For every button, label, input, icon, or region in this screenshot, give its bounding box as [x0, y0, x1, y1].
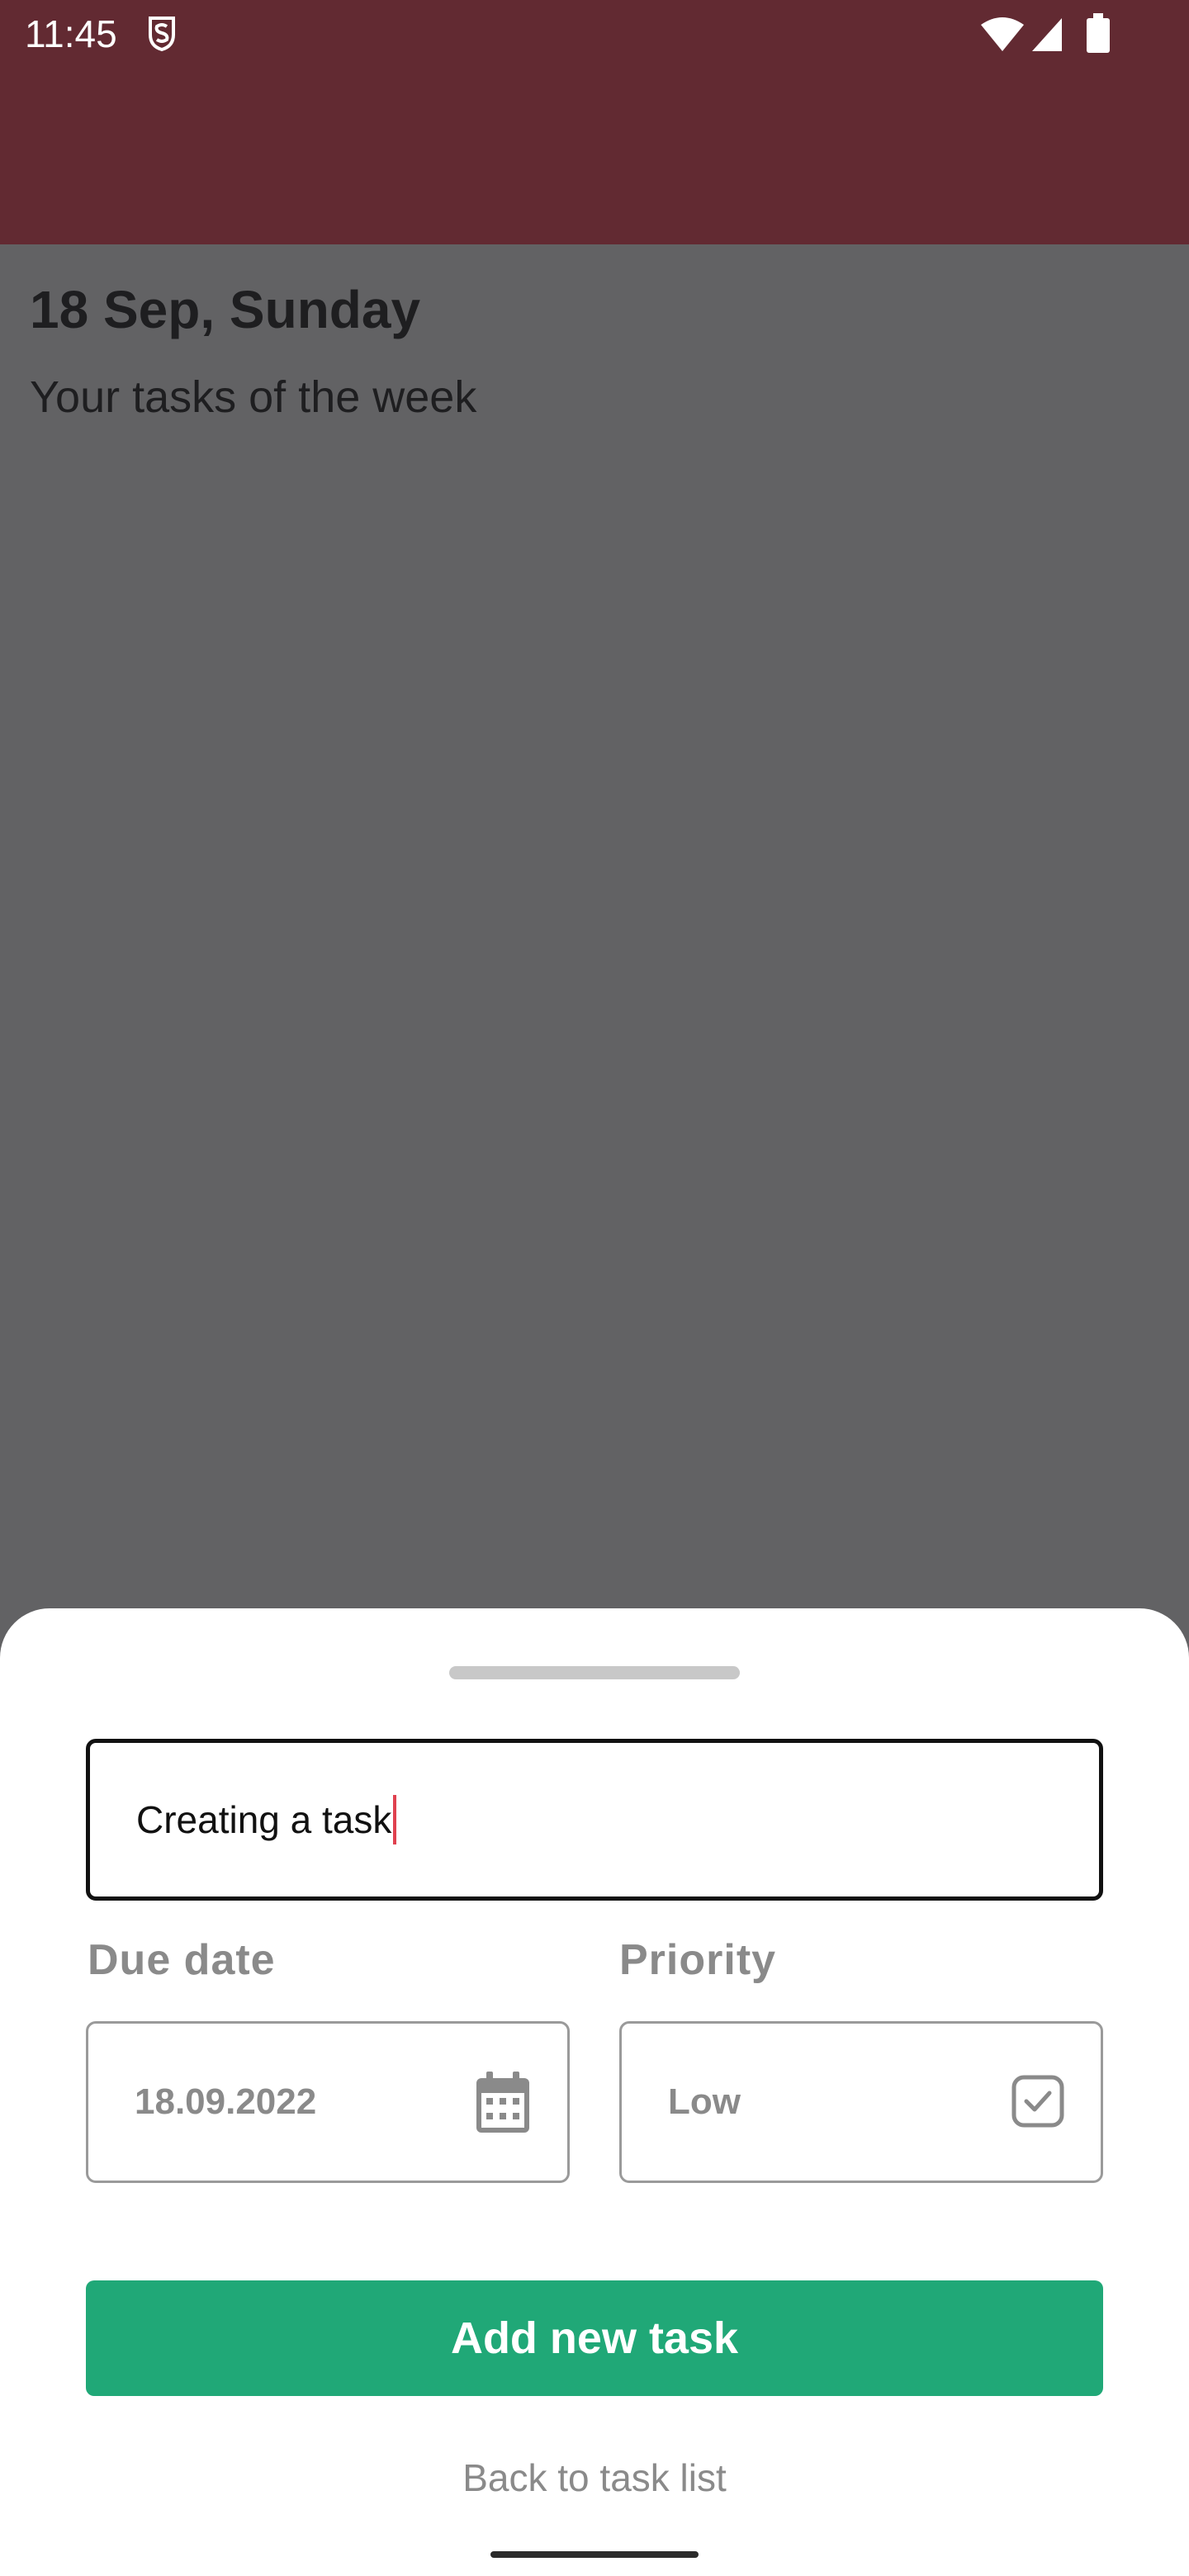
task-title-input[interactable]: Creating a task [86, 1739, 1103, 1901]
due-date-value: 18.09.2022 [135, 2081, 317, 2122]
status-time: 11:45 [25, 12, 117, 55]
add-new-task-button[interactable]: Add new task [86, 2280, 1103, 2396]
drag-handle[interactable] [449, 1666, 740, 1679]
app-bar: 11:45 [0, 0, 1189, 244]
back-to-task-list-link[interactable]: Back to task list [0, 2455, 1189, 2500]
due-date-label: Due date [88, 1936, 276, 1984]
gesture-navigation-bar[interactable] [490, 2551, 699, 2558]
priority-field[interactable]: Low [619, 2021, 1103, 2183]
checkbox-icon[interactable] [1011, 2075, 1064, 2132]
new-task-bottom-sheet: Creating a task Due date Priority 18.09.… [0, 1608, 1189, 2576]
signal-icon [1030, 17, 1063, 57]
due-date-field[interactable]: 18.09.2022 [86, 2021, 570, 2183]
task-title-text: Creating a task [136, 1794, 397, 1844]
battery-icon [1087, 13, 1110, 57]
shield-s-icon [145, 13, 178, 57]
page-title: 18 Sep, Sunday [30, 280, 421, 339]
text-cursor [393, 1794, 397, 1844]
priority-value: Low [668, 2081, 741, 2122]
page-subtitle: Your tasks of the week [30, 372, 477, 422]
wifi-icon [979, 17, 1026, 57]
priority-label: Priority [619, 1936, 777, 1984]
calendar-icon[interactable] [475, 2072, 531, 2138]
